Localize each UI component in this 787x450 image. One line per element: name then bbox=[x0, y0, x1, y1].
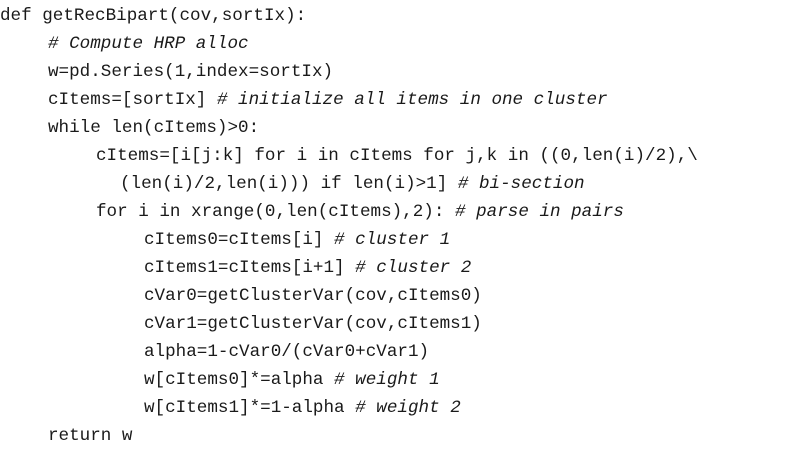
code-text: w[cItems1]*=1-alpha bbox=[144, 398, 356, 418]
code-comment: # weight 2 bbox=[355, 398, 461, 418]
code-comment: # parse in pairs bbox=[454, 202, 624, 222]
code-line: # Compute HRP alloc bbox=[48, 30, 249, 58]
code-line: w[cItems0]*=alpha # weight 1 bbox=[144, 366, 440, 394]
code-comment: # initialize all items in one cluster bbox=[216, 90, 608, 110]
code-text: alpha=1-cVar0/(cVar0+cVar1) bbox=[144, 342, 430, 362]
code-line: cVar0=getClusterVar(cov,cItems0) bbox=[144, 282, 482, 310]
code-comment: # cluster 1 bbox=[334, 230, 451, 250]
code-listing: def getRecBipart(cov,sortIx): # Compute H… bbox=[0, 0, 787, 446]
code-text: (len(i)/2,len(i))) if len(i)>1] bbox=[120, 174, 458, 194]
code-line: return w bbox=[48, 422, 132, 450]
code-comment: # cluster 2 bbox=[355, 258, 472, 278]
code-text: cVar1=getClusterVar(cov,cItems1) bbox=[144, 314, 482, 334]
code-text: cVar0=getClusterVar(cov,cItems0) bbox=[144, 286, 482, 306]
code-line: alpha=1-cVar0/(cVar0+cVar1) bbox=[144, 338, 429, 366]
code-text: cItems=[i[j:k] for i in cItems for j,k i… bbox=[96, 146, 698, 166]
code-text: while len(cItems)>0: bbox=[48, 118, 260, 138]
code-text: w[cItems0]*=alpha bbox=[144, 370, 335, 390]
code-line: cItems=[sortIx] # initialize all items i… bbox=[48, 86, 608, 114]
code-text: return w bbox=[48, 426, 133, 446]
code-line: while len(cItems)>0: bbox=[48, 114, 259, 142]
code-comment: # weight 1 bbox=[334, 370, 440, 390]
code-line: w[cItems1]*=1-alpha # weight 2 bbox=[144, 394, 461, 422]
code-text: for i in xrange(0,len(cItems),2): bbox=[96, 202, 455, 222]
code-line: def getRecBipart(cov,sortIx): bbox=[0, 2, 306, 30]
code-text: cItems0=cItems[i] bbox=[144, 230, 335, 250]
code-line: w=pd.Series(1,index=sortIx) bbox=[48, 58, 333, 86]
code-line: cItems1=cItems[i+1] # cluster 2 bbox=[144, 254, 471, 282]
code-line: for i in xrange(0,len(cItems),2): # pars… bbox=[96, 198, 624, 226]
code-line: cItems0=cItems[i] # cluster 1 bbox=[144, 226, 450, 254]
code-text: w=pd.Series(1,index=sortIx) bbox=[48, 62, 334, 82]
code-text: cItems=[sortIx] bbox=[48, 90, 217, 110]
code-text: def getRecBipart(cov,sortIx): bbox=[0, 6, 307, 26]
code-line: (len(i)/2,len(i))) if len(i)>1] # bi-sec… bbox=[120, 170, 585, 198]
code-line: cVar1=getClusterVar(cov,cItems1) bbox=[144, 310, 482, 338]
code-comment: # bi-section bbox=[457, 174, 585, 194]
code-text: cItems1=cItems[i+1] bbox=[144, 258, 356, 278]
code-line: cItems=[i[j:k] for i in cItems for j,k i… bbox=[96, 142, 698, 170]
code-comment: # Compute HRP alloc bbox=[48, 34, 249, 54]
